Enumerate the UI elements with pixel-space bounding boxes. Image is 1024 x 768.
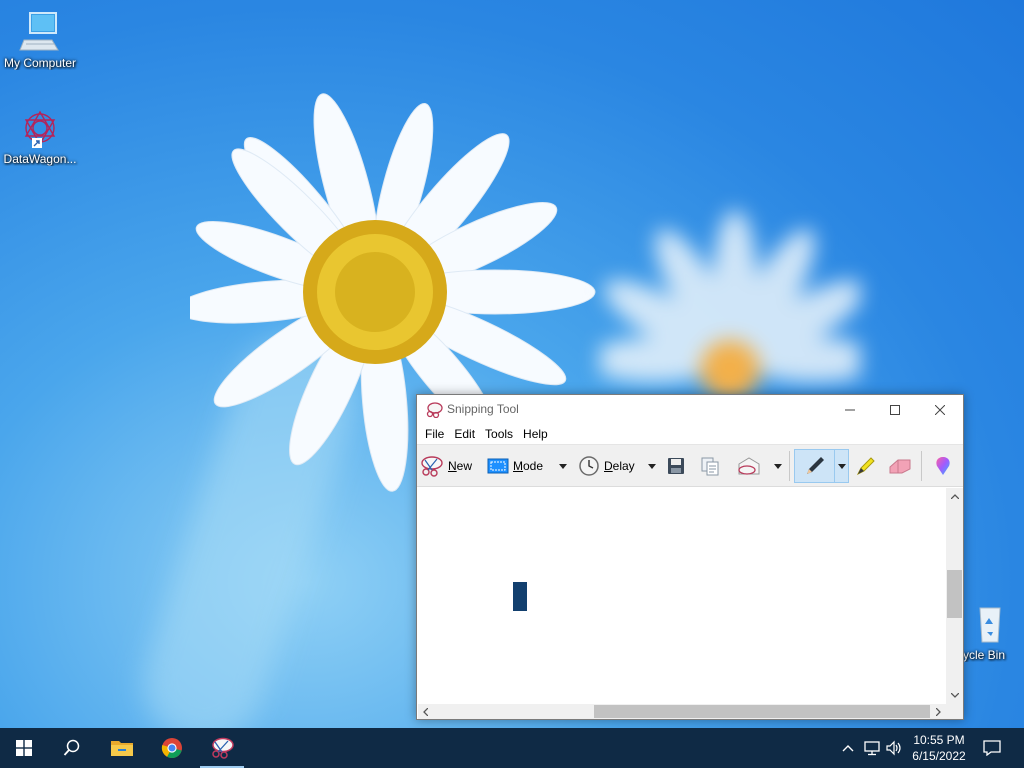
datawagon-icon bbox=[24, 110, 56, 148]
search-button[interactable] bbox=[48, 728, 96, 768]
window-title: Snipping Tool bbox=[447, 402, 519, 416]
desktop-icon-label: DataWagon... bbox=[3, 152, 77, 166]
chevron-down-icon bbox=[559, 463, 567, 469]
delay-label: Delay bbox=[604, 459, 635, 473]
chevron-up-icon bbox=[950, 494, 959, 499]
menu-tools[interactable]: Tools bbox=[480, 424, 518, 444]
network-button[interactable] bbox=[862, 738, 882, 758]
scroll-down-button[interactable] bbox=[946, 687, 963, 704]
chevron-up-icon bbox=[842, 744, 854, 751]
chrome-button[interactable] bbox=[148, 728, 196, 768]
text-cursor-block bbox=[513, 582, 527, 611]
volume-icon bbox=[886, 740, 901, 756]
recycle-bin-icon bbox=[979, 607, 1001, 643]
close-button[interactable] bbox=[917, 395, 963, 424]
snipping-tool-icon bbox=[426, 402, 443, 418]
send-dropdown-button[interactable] bbox=[771, 449, 785, 483]
toolbar: New Mode Delay bbox=[417, 444, 963, 487]
copy-button[interactable] bbox=[698, 449, 722, 483]
rectangle-snip-icon bbox=[487, 458, 509, 474]
mode-button[interactable]: Mode bbox=[487, 449, 553, 483]
toolbar-separator bbox=[921, 451, 922, 481]
highlighter-button[interactable] bbox=[853, 449, 879, 483]
edit-with-paint3d-button[interactable] bbox=[931, 449, 955, 483]
vertical-scroll-thumb[interactable] bbox=[947, 570, 962, 618]
pen-button[interactable] bbox=[794, 449, 835, 483]
toolbar-separator bbox=[789, 451, 790, 481]
send-snip-button[interactable] bbox=[733, 449, 763, 483]
network-icon bbox=[864, 741, 880, 756]
delay-dropdown-button[interactable] bbox=[645, 449, 659, 483]
search-icon bbox=[63, 739, 80, 756]
new-snip-button[interactable]: New bbox=[420, 449, 478, 483]
title-bar[interactable]: Snipping Tool bbox=[417, 395, 963, 424]
horizontal-scrollbar[interactable] bbox=[418, 704, 946, 719]
pen-dropdown-button[interactable] bbox=[835, 449, 849, 483]
show-hidden-icons-button[interactable] bbox=[838, 738, 858, 758]
close-icon bbox=[935, 404, 945, 415]
menu-bar: File Edit Tools Help bbox=[417, 424, 963, 444]
clock-time: 10:55 PM bbox=[913, 733, 965, 747]
notification-icon bbox=[983, 740, 1001, 756]
eraser-button[interactable] bbox=[887, 449, 913, 483]
desktop-icon-datawagon[interactable]: DataWagon... bbox=[0, 106, 80, 166]
scissors-icon bbox=[421, 456, 443, 477]
minimize-button[interactable] bbox=[827, 395, 873, 424]
mode-label: Mode bbox=[513, 459, 544, 473]
scroll-up-button[interactable] bbox=[946, 488, 963, 505]
paint3d-icon bbox=[936, 457, 950, 475]
chrome-icon bbox=[161, 738, 182, 759]
action-center-button[interactable] bbox=[980, 736, 1004, 760]
desktop-icon-label: My Computer bbox=[3, 56, 77, 70]
snipping-tool-window[interactable]: Snipping Tool File Edit Tools Help New M… bbox=[416, 394, 964, 720]
snip-canvas[interactable] bbox=[418, 488, 946, 704]
scrollbar-corner bbox=[946, 704, 963, 719]
minimize-icon bbox=[845, 409, 855, 410]
volume-button[interactable] bbox=[884, 738, 904, 758]
chevron-left-icon bbox=[423, 707, 428, 716]
horizontal-scroll-thumb[interactable] bbox=[594, 705, 930, 718]
chevron-down-icon bbox=[774, 463, 782, 469]
maximize-icon bbox=[890, 404, 900, 415]
save-button[interactable] bbox=[664, 449, 688, 483]
vertical-scrollbar[interactable] bbox=[946, 488, 963, 704]
maximize-button[interactable] bbox=[872, 395, 918, 424]
clock-icon bbox=[579, 456, 599, 476]
clock[interactable]: 10:55 PM 6/15/2022 bbox=[904, 732, 974, 764]
taskbar: 10:55 PM 6/15/2022 bbox=[0, 728, 1024, 768]
chevron-right-icon bbox=[936, 707, 941, 716]
file-explorer-button[interactable] bbox=[98, 728, 146, 768]
desktop-icon-my-computer[interactable]: My Computer bbox=[0, 10, 80, 70]
snipping-tool-taskbar-button[interactable] bbox=[198, 728, 246, 768]
start-button[interactable] bbox=[0, 728, 48, 768]
send-email-icon bbox=[738, 457, 760, 475]
scroll-right-button[interactable] bbox=[931, 704, 946, 719]
chevron-down-icon bbox=[837, 463, 846, 469]
delay-button[interactable]: Delay bbox=[578, 449, 644, 483]
menu-file[interactable]: File bbox=[420, 424, 449, 444]
eraser-icon bbox=[889, 459, 911, 474]
start-icon bbox=[16, 740, 32, 756]
pen-icon bbox=[806, 457, 824, 474]
chevron-down-icon bbox=[648, 463, 656, 469]
copy-icon bbox=[701, 457, 719, 476]
chevron-down-icon bbox=[950, 693, 959, 698]
file-explorer-icon bbox=[111, 741, 133, 756]
computer-icon bbox=[19, 12, 59, 51]
new-label: New bbox=[448, 459, 473, 473]
clock-date: 6/15/2022 bbox=[912, 749, 966, 763]
highlighter-icon bbox=[856, 457, 875, 476]
snipping-tool-icon bbox=[212, 737, 234, 759]
mode-dropdown-button[interactable] bbox=[556, 449, 570, 483]
menu-edit[interactable]: Edit bbox=[449, 424, 480, 444]
wallpaper-daisy-blurred bbox=[600, 210, 860, 400]
menu-help[interactable]: Help bbox=[518, 424, 553, 444]
save-icon bbox=[668, 458, 684, 474]
scroll-left-button[interactable] bbox=[418, 704, 433, 719]
